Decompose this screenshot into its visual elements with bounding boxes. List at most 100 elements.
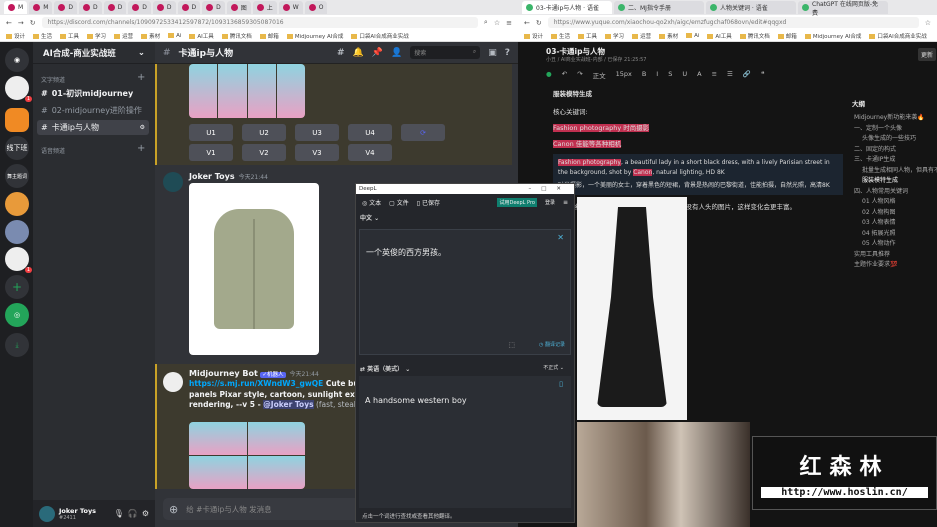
try-pro-button[interactable]: 试用DeepL Pro (497, 198, 537, 207)
browser-tab[interactable]: ChatGPT 在线网页版-免费 (798, 0, 888, 17)
add-channel-icon[interactable]: + (137, 143, 145, 154)
bookmark-item[interactable]: 素材 (659, 32, 678, 40)
browser-tab[interactable]: 上 (252, 1, 277, 14)
avatar[interactable] (39, 505, 55, 522)
bunny-image-grid[interactable] (189, 64, 305, 118)
forward-icon[interactable]: → (18, 19, 24, 27)
browser-tab[interactable]: D (103, 1, 127, 14)
window-controls[interactable]: –□✕ (528, 186, 571, 192)
outline-item[interactable]: 主题作业要求💯 (854, 259, 937, 270)
expand-icon[interactable]: ⬚ (508, 341, 515, 349)
server-header[interactable]: AI合成-商业实战班 ⌄ (33, 42, 155, 64)
outline-item[interactable]: 05 人物动作 (854, 238, 937, 249)
bookmark-item[interactable]: 设计 (6, 32, 25, 40)
outline-item[interactable]: 四、人物常用关键词 (854, 186, 937, 197)
search-input[interactable]: 搜索 ⌕ (410, 46, 481, 59)
help-icon[interactable]: ? (505, 48, 510, 58)
settings-icon[interactable]: ⚙ (140, 124, 145, 131)
bookmark-item[interactable]: 素材 (141, 32, 160, 40)
outline-item[interactable]: 批量生成相同人物，但具有不同 (854, 165, 937, 176)
variation-button[interactable]: V3 (295, 144, 339, 161)
star-icon[interactable]: ☆ (925, 19, 931, 27)
bookmark-item[interactable]: 学习 (87, 32, 106, 40)
color-icon[interactable]: A (697, 70, 701, 80)
category-text[interactable]: 文字频道 (41, 75, 65, 84)
tab-label[interactable]: D (68, 4, 73, 11)
tab-label[interactable]: W (293, 4, 299, 11)
tab-label[interactable]: 人物关键词 · 语雀 (720, 3, 768, 12)
outline-item[interactable]: 二、固定的构式 (854, 144, 937, 155)
source-lang-select[interactable]: 中文 ⌄ (356, 211, 574, 224)
tab-label[interactable]: M (18, 4, 23, 11)
bookmark-item[interactable]: 生活 (551, 32, 570, 40)
mute-icon[interactable]: 🎙 (114, 509, 124, 518)
outline-item[interactable]: 01 人物风格 (854, 196, 937, 207)
browser-tab[interactable]: D (128, 1, 151, 14)
outline-item[interactable]: 04 拓展光照 (854, 228, 937, 239)
source-input[interactable]: ✕ 一个英俊的西方男孩。 ⬚ ◷ 翻译记录 (359, 229, 571, 355)
bold-icon[interactable]: B (642, 70, 646, 80)
author-name[interactable]: Midjourney Bot (189, 369, 258, 378)
discord-home-icon[interactable]: ◉ (5, 48, 29, 72)
tab-label[interactable]: D (142, 4, 147, 11)
model-photos[interactable] (577, 422, 750, 527)
server-icon[interactable] (5, 220, 29, 244)
bookmark-item[interactable]: AI工具 (707, 32, 731, 40)
browser-tab[interactable]: D (54, 1, 77, 14)
bookmark-item[interactable]: 工具 (578, 32, 597, 40)
tab-saved[interactable]: ▯ 已保存 (417, 198, 440, 207)
bookmark-item[interactable]: 邮箱 (260, 32, 279, 40)
browser-tab[interactable]: 人物关键词 · 语雀 (706, 1, 796, 14)
hoodie-image[interactable] (189, 183, 319, 355)
reload-icon[interactable]: ↻ (536, 19, 542, 27)
outline-item[interactable]: 实用工具推荐 (854, 249, 937, 260)
add-attachment-icon[interactable]: ⊕ (169, 503, 178, 516)
server-icon[interactable] (5, 192, 29, 216)
upscale-button[interactable]: U1 (189, 124, 233, 141)
tab-label[interactable]: ChatGPT 在线网页版-免费 (812, 0, 884, 17)
pin-icon[interactable]: 📌 (372, 48, 383, 58)
clear-icon[interactable]: ✕ (557, 233, 564, 242)
tab-label[interactable]: D (192, 4, 197, 11)
reroll-button[interactable]: ⟳ (401, 124, 445, 141)
redo-icon[interactable]: ↷ (577, 70, 582, 80)
zoom-icon[interactable]: ⌕ (484, 18, 488, 27)
back-icon[interactable]: ← (6, 19, 12, 27)
bookmark-item[interactable]: 生活 (33, 32, 52, 40)
outline-item[interactable]: 03 人物表情 (854, 217, 937, 228)
url-input[interactable]: https://discord.com/channels/10909725334… (41, 17, 478, 28)
breadcrumb[interactable]: 小丑 / AI商业实战班-内部 / 已保存 21:25:57 (546, 56, 646, 63)
bookmark-item[interactable]: 学习 (605, 32, 624, 40)
outline-item[interactable]: 一、定制一个头像 (854, 123, 937, 134)
font-size-select[interactable]: 15px (616, 70, 632, 80)
tab-label[interactable]: 上 (267, 3, 273, 12)
upscale-button[interactable]: U4 (348, 124, 392, 141)
add-icon[interactable]: ● (546, 70, 552, 80)
bookmark-item[interactable]: AI工具 (189, 32, 213, 40)
list-icon[interactable]: ☰ (727, 70, 733, 80)
tab-file[interactable]: ▢ 文件 (389, 198, 409, 207)
bookmark-icon[interactable]: ▯ (559, 380, 563, 388)
inbox-icon[interactable]: ▣ (488, 48, 497, 58)
history-button[interactable]: ◷ 翻译记录 (539, 341, 565, 348)
update-button[interactable]: 更新 (918, 48, 937, 61)
dress-image[interactable] (577, 197, 687, 420)
avatar[interactable] (163, 372, 183, 392)
tab-label[interactable]: D (216, 4, 221, 11)
outline-item[interactable]: 02 人物构图 (854, 207, 937, 218)
author-name[interactable]: Joker Toys (189, 172, 235, 181)
avatar[interactable] (163, 172, 183, 192)
tab-label[interactable]: M (43, 4, 48, 11)
browser-tab[interactable]: W (278, 1, 303, 14)
bookmark-item[interactable]: Ai (168, 33, 181, 39)
explore-icon[interactable]: ◎ (5, 303, 29, 327)
bookmark-item[interactable]: 口袋AI合成商业实战 (351, 32, 408, 40)
add-server-icon[interactable]: + (5, 275, 29, 299)
bookmark-item[interactable]: 运营 (632, 32, 651, 40)
target-lang-select[interactable]: ⇄ 英语（美式） ⌄ (360, 364, 410, 373)
tab-label[interactable]: D (93, 4, 98, 11)
bookmark-item[interactable]: 口袋AI合成商业实战 (869, 32, 926, 40)
strike-icon[interactable]: S (668, 70, 672, 80)
italic-icon[interactable]: I (656, 70, 658, 80)
bookmark-item[interactable]: 邮箱 (778, 32, 797, 40)
